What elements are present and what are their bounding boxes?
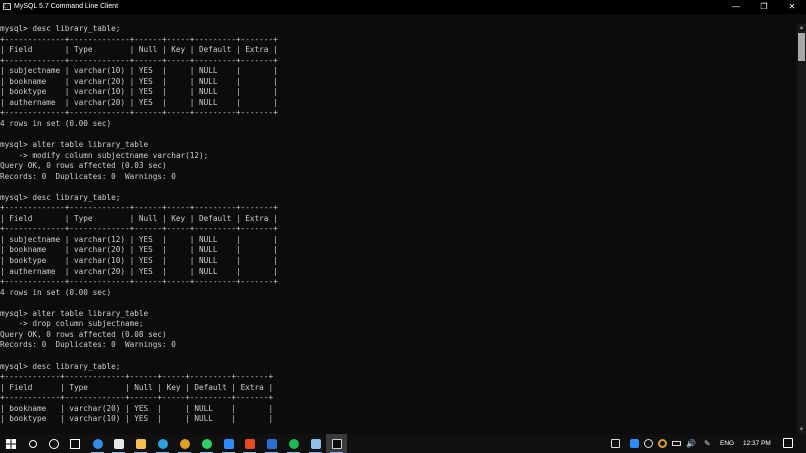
taskbar-windows-start-button[interactable]: [0, 434, 21, 453]
terminal-line: Records: 0 Duplicates: 0 Warnings: 0: [0, 171, 176, 181]
whatsapp-icon: [201, 438, 212, 449]
volume-icon[interactable]: 🔊: [686, 439, 696, 448]
windows-start-icon: [5, 438, 16, 449]
terminal-line: | subjectname | varchar(10) | YES | | NU…: [0, 66, 278, 76]
terminal-line: mysql> alter table library_table: [0, 140, 149, 150]
keyboard-icon[interactable]: [611, 439, 620, 448]
terminal-text: mysql> desc library_table; +-------------…: [0, 24, 796, 425]
globe-network-icon[interactable]: [644, 439, 653, 448]
task-view-icon: [69, 438, 80, 449]
taskbar-cortana-circle-button[interactable]: [43, 434, 64, 453]
terminal-line: -> drop column subjectname;: [0, 319, 144, 329]
terminal-line: | Field | Type | Null | Key | Default | …: [0, 213, 278, 223]
taskbar-zoom-button[interactable]: [218, 434, 239, 453]
window-title: MySQL 5.7 Command Line Client: [14, 3, 119, 10]
scroll-up-arrow-icon[interactable]: ▲: [797, 24, 806, 32]
taskbar-office-button[interactable]: [239, 434, 260, 453]
mysql-terminal-icon: [331, 438, 342, 449]
clock[interactable]: 12:37 PM: [743, 434, 771, 453]
cortana-circle-icon: [48, 438, 59, 449]
taskbar: 🔊 ✎ ENG 12:37 PM: [0, 434, 806, 453]
terminal-line: | bookname | varchar(20) | YES | | NULL …: [0, 76, 278, 86]
title-bar: C:\ MySQL 5.7 Command Line Client — ❐ ✕: [0, 0, 806, 14]
file-explorer-folder-icon: [135, 438, 146, 449]
terminal-line: mysql> desc library_table;: [0, 361, 121, 371]
terminal-line: | authername | varchar(20) | YES | | NUL…: [0, 266, 278, 276]
terminal-line: | authername | varchar(20) | YES | | NUL…: [0, 97, 278, 107]
taskbar-chrome-button[interactable]: [174, 434, 195, 453]
terminal-line: 4 rows in set (0.00 sec): [0, 118, 112, 128]
scroll-thumb[interactable]: [798, 33, 805, 61]
taskbar-document-button[interactable]: [261, 434, 282, 453]
terminal-line: 4 rows in set (0.00 sec): [0, 287, 112, 297]
chrome-tray-icon[interactable]: [658, 439, 667, 448]
terminal-line: | bookname | varchar(20) | YES | | NULL …: [0, 403, 274, 413]
taskbar-mysql-terminal-button[interactable]: [326, 434, 347, 453]
notepad-icon: [310, 438, 321, 449]
terminal-line: Query OK, 0 rows affected (0.08 sec): [0, 329, 167, 339]
terminal-line: +-------------+-------------+------+----…: [0, 277, 278, 287]
taskbar-store-bag-button[interactable]: [108, 434, 129, 453]
terminal-line: +------------+-------------+------+-----…: [0, 372, 274, 382]
spotify-icon: [288, 438, 299, 449]
edge-browser-icon: [92, 438, 103, 449]
close-button[interactable]: ✕: [778, 0, 806, 14]
terminal-line: +-------------+-------------+------+----…: [0, 224, 278, 234]
terminal-line: | Field | Type | Null | Key | Default | …: [0, 45, 278, 55]
terminal-line: | booktype | varchar(10) | YES | | NULL …: [0, 256, 278, 266]
terminal-line: | subjectname | varchar(12) | YES | | NU…: [0, 234, 278, 244]
taskbar-whatsapp-button[interactable]: [196, 434, 217, 453]
store-bag-icon: [113, 438, 124, 449]
terminal-line: +------------+-------------+------+-----…: [0, 393, 274, 403]
taskbar-telegram-button[interactable]: [152, 434, 173, 453]
taskbar-edge-browser-button[interactable]: [87, 434, 108, 453]
terminal-line: mysql> desc library_table;: [0, 192, 121, 202]
office-icon: [244, 438, 255, 449]
chrome-icon: [179, 438, 190, 449]
taskbar-notepad-button[interactable]: [305, 434, 326, 453]
zoom-icon: [223, 438, 234, 449]
document-icon: [266, 438, 277, 449]
terminal-line: | booktype | varchar(10) | YES | | NULL …: [0, 87, 278, 97]
search-icon: [28, 439, 37, 448]
terminal-line: mysql> alter table library_table: [0, 308, 149, 318]
taskbar-spotify-button[interactable]: [283, 434, 304, 453]
terminal-line: mysql> desc library_table;: [0, 24, 121, 33]
terminal-line: +-------------+-------------+------+----…: [0, 108, 278, 118]
terminal-output[interactable]: mysql> desc library_table; +-------------…: [0, 24, 796, 434]
terminal-line: Query OK, 0 rows affected (0.03 sec): [0, 161, 167, 171]
terminal-line: -> modify column subjectname varchar(12)…: [0, 150, 209, 160]
vertical-scrollbar[interactable]: ▲ ▼: [797, 24, 806, 434]
terminal-line: | booktype | varchar(10) | YES | | NULL …: [0, 414, 274, 424]
terminal-line: +-------------+-------------+------+----…: [0, 34, 278, 44]
terminal-line: Records: 0 Duplicates: 0 Warnings: 0: [0, 340, 176, 350]
minimize-button[interactable]: —: [722, 0, 750, 14]
taskbar-file-explorer-folder-button[interactable]: [130, 434, 151, 453]
taskbar-task-view-button[interactable]: [64, 434, 85, 453]
terminal-line: +-------------+-------------+------+----…: [0, 55, 278, 65]
maximize-button[interactable]: ❐: [750, 0, 778, 14]
terminal-line: | Field | Type | Null | Key | Default | …: [0, 382, 274, 392]
terminal-line: +-------------+-------------+------+----…: [0, 203, 278, 213]
language-indicator[interactable]: ENG: [720, 434, 734, 453]
pen-icon[interactable]: ✎: [704, 439, 713, 448]
taskbar-search-button[interactable]: [22, 434, 43, 453]
command-prompt-icon: C:\: [3, 3, 12, 10]
telegram-icon: [157, 438, 168, 449]
scroll-down-arrow-icon[interactable]: ▼: [797, 426, 806, 434]
notification-icon[interactable]: [783, 438, 793, 448]
battery-icon[interactable]: [672, 441, 681, 446]
terminal-line: | bookname | varchar(20) | YES | | NULL …: [0, 245, 278, 255]
zoom-tray-icon[interactable]: [630, 439, 639, 448]
